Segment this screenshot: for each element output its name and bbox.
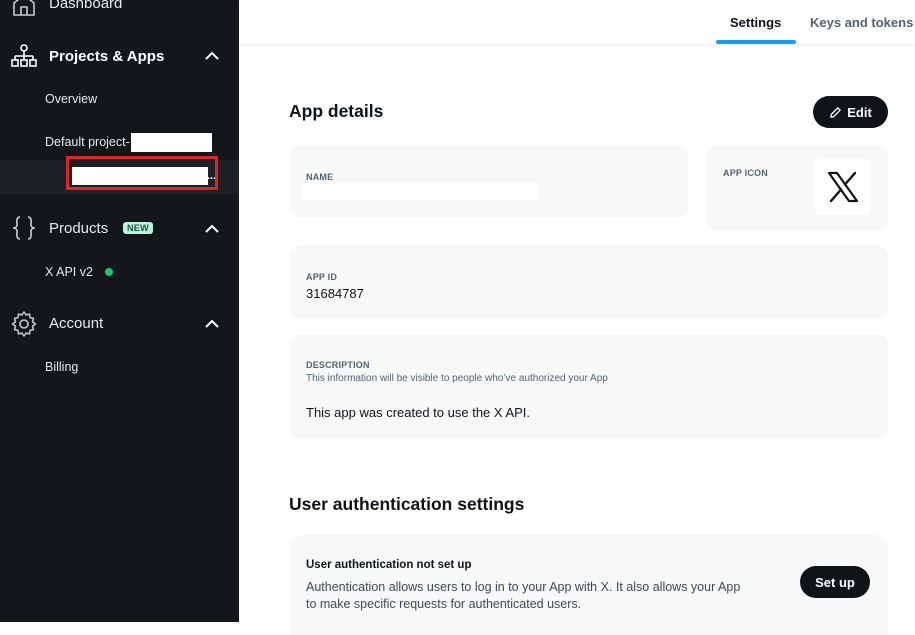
sidebar-item-x-api-v2[interactable]: X API v2: [45, 265, 93, 279]
user-auth-description-line-1: Authentication allows users to log in to…: [306, 580, 741, 594]
app-icon-image[interactable]: [815, 159, 870, 214]
sidebar-item-billing[interactable]: Billing: [45, 360, 78, 374]
sidebar: Dashboard Projects & Apps Overview Defau…: [0, 0, 239, 622]
description-hint: This information will be visible to peop…: [306, 373, 608, 384]
tab-settings[interactable]: Settings: [730, 15, 781, 30]
edit-button[interactable]: Edit: [813, 96, 888, 128]
set-up-button[interactable]: Set up: [800, 566, 870, 598]
redacted-app-name-value: [302, 183, 539, 200]
new-badge: NEW: [123, 222, 153, 234]
sidebar-item-label: Account: [49, 315, 104, 332]
sidebar-item-label: Dashboard: [49, 0, 123, 12]
highlight-box: [66, 156, 218, 190]
edit-label: Edit: [847, 104, 872, 120]
chevron-up-icon[interactable]: [204, 51, 220, 61]
app-icon-label: APP ICON: [723, 168, 768, 178]
user-auth-heading: User authentication settings: [289, 494, 525, 514]
set-up-label: Set up: [815, 574, 855, 590]
app-id-value: 31684787: [306, 286, 364, 301]
name-label: NAME: [306, 172, 334, 182]
app-details-heading: App details: [289, 101, 384, 121]
app-id-label: APP ID: [306, 272, 338, 282]
x-logo-icon: [827, 171, 858, 202]
tab-keys-and-tokens[interactable]: Keys and tokens: [810, 15, 913, 30]
user-auth-status-title: User authentication not set up: [306, 559, 472, 571]
redacted-project-name: [131, 133, 212, 152]
chevron-up-icon[interactable]: [204, 224, 220, 234]
sidebar-item-label: Projects & Apps: [49, 48, 165, 65]
chevron-up-icon[interactable]: [204, 319, 220, 329]
description-card: [289, 334, 888, 439]
sidebar-item-overview[interactable]: Overview: [45, 92, 97, 106]
user-auth-description-line-2: to make specific requests for authentica…: [306, 597, 582, 611]
gear-icon: [11, 311, 37, 337]
sidebar-item-label: Products: [49, 220, 109, 237]
description-label: DESCRIPTION: [306, 360, 370, 370]
sitemap-icon: [11, 44, 37, 67]
pencil-icon: [830, 106, 842, 118]
home-icon: [13, 0, 35, 16]
name-card: [289, 145, 688, 218]
status-dot: [105, 268, 113, 276]
description-value: This app was created to use the X API.: [306, 405, 531, 420]
sidebar-item-label: Default project-: [45, 135, 130, 149]
app-id-card: [289, 245, 888, 319]
braces-icon: [12, 216, 36, 240]
active-tab-indicator: [716, 40, 796, 44]
